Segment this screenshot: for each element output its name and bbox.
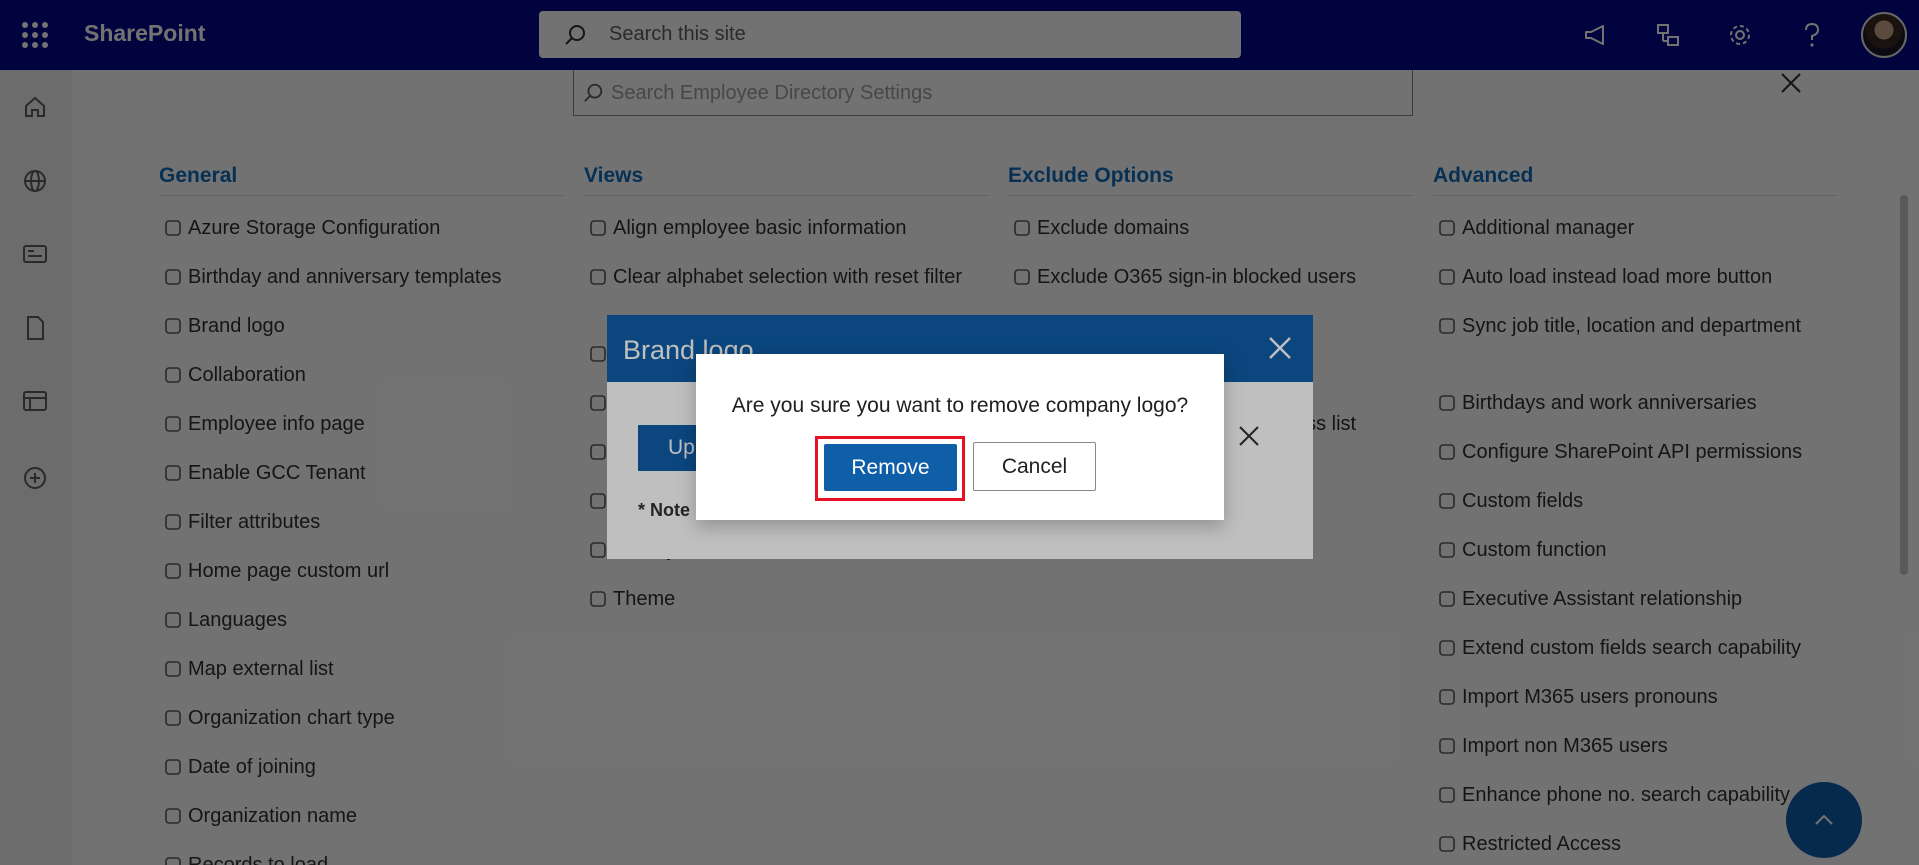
- confirm-question: Are you sure you want to remove company …: [731, 394, 1189, 417]
- cancel-button[interactable]: Cancel: [973, 442, 1096, 491]
- confirm-remove-dialog: Are you sure you want to remove company …: [696, 354, 1224, 520]
- remove-button[interactable]: Remove: [824, 444, 957, 491]
